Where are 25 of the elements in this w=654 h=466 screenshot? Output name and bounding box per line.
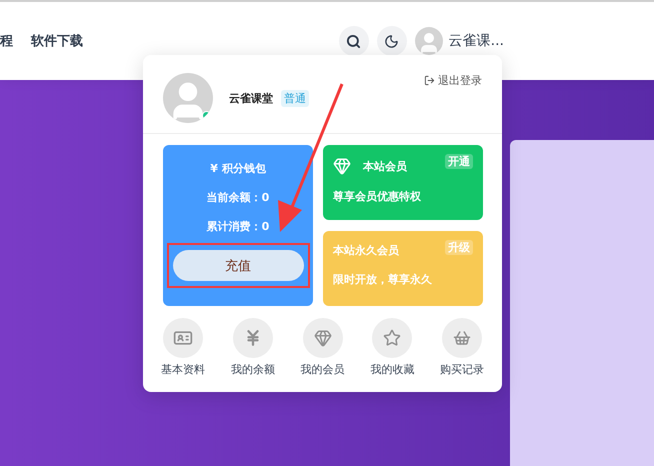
search-button[interactable] xyxy=(338,26,369,56)
membership-desc: 限时开放，尊享永久 xyxy=(333,272,433,287)
basket-icon xyxy=(453,329,471,347)
diamond-icon xyxy=(314,329,332,347)
level-badge: 普通 xyxy=(281,90,309,106)
balance-text: 当前余额：0 xyxy=(206,190,270,205)
dark-mode-button[interactable] xyxy=(376,26,407,56)
search-icon xyxy=(346,34,362,48)
membership-title: 本站永久会员 xyxy=(333,243,399,258)
nav-link[interactable]: 软件下载 xyxy=(31,32,83,50)
wallet-title: ¥ 积分钱包 xyxy=(210,161,266,176)
membership-title: 本站会员 xyxy=(363,158,407,174)
nav-link[interactable]: 程 xyxy=(0,32,13,50)
moon-icon xyxy=(384,34,400,48)
membership-badge: 升级 xyxy=(445,240,473,255)
logout-icon xyxy=(424,75,435,86)
user-name[interactable]: 云雀课... xyxy=(448,32,504,50)
membership-desc: 尊享会员优惠特权 xyxy=(333,189,422,204)
user-name: 云雀课堂 xyxy=(229,90,273,106)
membership-badge: 开通 xyxy=(445,154,473,169)
logout-link[interactable]: 退出登录 xyxy=(424,73,482,88)
diamond-icon xyxy=(333,157,351,175)
spent-text: 累计消费：0 xyxy=(206,219,270,234)
recharge-button[interactable]: 充值 xyxy=(172,250,304,281)
star-icon xyxy=(383,329,402,347)
